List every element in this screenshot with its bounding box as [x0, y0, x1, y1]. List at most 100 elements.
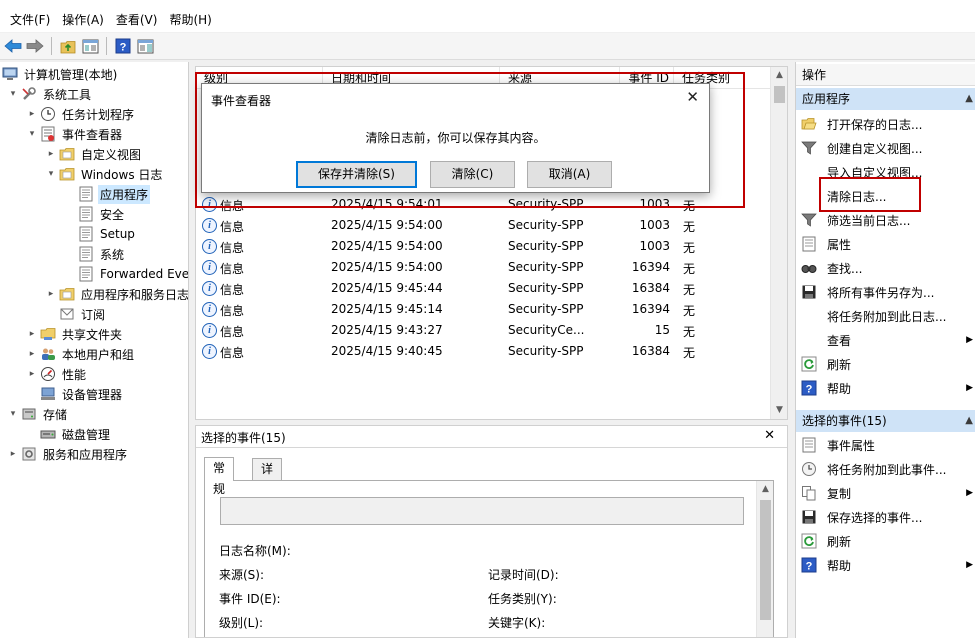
close-icon[interactable]: ✕ [764, 428, 775, 443]
help-icon[interactable]: ? [114, 37, 132, 55]
show-hide-tree-icon[interactable] [81, 37, 99, 55]
tab-details[interactable]: 详细信息 [252, 458, 283, 539]
keywords-label: 关键字(K): [488, 616, 546, 630]
event-description-box[interactable] [220, 497, 744, 525]
tree-item[interactable]: 设备管理器 [26, 384, 124, 404]
up-folder-icon[interactable] [59, 37, 77, 55]
tree-item-label: 设备管理器 [62, 387, 123, 402]
scrollbar-thumb[interactable] [760, 500, 771, 620]
menu-view[interactable]: 查看(V) [110, 8, 164, 32]
table-row[interactable]: i 信息 2025/4/15 9:54:00 Security-SPP 1003 无 [196, 237, 770, 258]
action-item[interactable]: 将任务附加到此事件... [796, 458, 975, 480]
action-item[interactable]: 创建自定义视图... [796, 137, 975, 159]
action-item[interactable]: 刷新 [796, 353, 975, 375]
action-item[interactable]: 将任务附加到此日志... [796, 305, 975, 327]
tree-item[interactable]: ▾ 系统工具 [7, 84, 93, 104]
svg-text:?: ? [806, 561, 813, 573]
tab-general[interactable]: 常规 [204, 457, 235, 496]
action-item[interactable]: 筛选当前日志... [796, 209, 975, 231]
forward-icon[interactable] [26, 37, 44, 55]
table-row[interactable]: i信息 2025/4/15 9:54:01 Security-SPP 1003 无 [196, 195, 770, 216]
detail-scrollbar[interactable]: ▲ [756, 481, 774, 637]
menu-action[interactable]: 操作(A) [56, 8, 110, 32]
action-item[interactable]: 导入自定义视图... [796, 161, 975, 183]
collapsed-chevron-icon[interactable]: ▸ [26, 108, 38, 120]
action-item[interactable]: 清除日志... [796, 185, 975, 207]
action-item[interactable]: 打开保存的日志... [796, 113, 975, 135]
clear-button[interactable]: 清除(C) [430, 161, 515, 188]
menu-file[interactable]: 文件(F) [4, 8, 56, 32]
find-icon [801, 260, 817, 276]
expanded-chevron-icon[interactable]: ▾ [7, 88, 19, 100]
action-item[interactable]: 将所有事件另存为... [796, 281, 975, 303]
event-id-label: 事件 ID(E): [219, 592, 281, 606]
show-hide-action-pane-icon[interactable] [136, 37, 154, 55]
table-row[interactable]: i 信息 2025/4/15 9:54:00 Security-SPP 1003 无 [196, 216, 770, 237]
scroll-up-arrow[interactable]: ▲ [771, 67, 787, 84]
actions-section-application[interactable]: 应用程序 ▲ [796, 88, 975, 110]
tree-item[interactable]: 系统 [64, 244, 126, 264]
tree-item[interactable]: 应用程序 [64, 184, 151, 204]
tree-item[interactable]: ▸ 自定义视图 [45, 144, 143, 164]
collapse-icon[interactable]: ▲ [965, 410, 973, 432]
no-chevron [64, 268, 76, 280]
tree-item[interactable]: 磁盘管理 [26, 424, 112, 444]
cancel-button[interactable]: 取消(A) [527, 161, 612, 188]
cell-datetime: 2025/4/15 9:54:00 [331, 239, 443, 253]
action-item[interactable]: 事件属性 [796, 434, 975, 456]
collapsed-chevron-icon[interactable]: ▸ [45, 288, 57, 300]
expanded-chevron-icon[interactable]: ▾ [26, 128, 38, 140]
save-and-clear-button[interactable]: 保存并清除(S) [296, 161, 417, 188]
table-row[interactable]: i 信息 2025/4/15 9:54:00 Security-SPP 16394 无 [196, 258, 770, 279]
action-item[interactable]: 保存选择的事件... [796, 506, 975, 528]
actions-section-selected-event[interactable]: 选择的事件(15) ▲ [796, 410, 975, 432]
table-row[interactable]: i 信息 2025/4/15 9:40:45 Security-SPP 16384 无 [196, 342, 770, 363]
cell-level: 信息 [220, 325, 245, 339]
tree-item[interactable]: ▾ Windows 日志 [45, 164, 164, 184]
close-icon[interactable]: ✕ [686, 88, 699, 106]
action-item[interactable]: 查找... [796, 257, 975, 279]
scroll-down-arrow[interactable]: ▼ [771, 402, 787, 419]
collapsed-chevron-icon[interactable]: ▸ [7, 448, 19, 460]
tree-item[interactable]: ▸ 应用程序和服务日志 [45, 284, 188, 304]
table-row[interactable]: i 信息 2025/4/15 9:43:27 SecurityCe... 15 无 [196, 321, 770, 342]
tree-item[interactable]: Setup [64, 224, 137, 244]
action-item[interactable]: ? 帮助 ▶ [796, 554, 975, 576]
cell-event-id: 1003 [639, 218, 670, 232]
collapse-icon[interactable]: ▲ [965, 88, 973, 110]
collapsed-chevron-icon[interactable]: ▸ [45, 148, 57, 160]
scrollbar-thumb[interactable] [774, 86, 785, 103]
tree-item[interactable]: 订阅 [45, 304, 107, 324]
event-list-scrollbar[interactable]: ▲ ▼ [770, 67, 787, 419]
tree-item[interactable]: 安全 [64, 204, 126, 224]
tree-item[interactable]: ▸ 性能 [26, 364, 88, 384]
scroll-up-arrow[interactable]: ▲ [757, 481, 774, 498]
collapsed-chevron-icon[interactable]: ▸ [26, 368, 38, 380]
collapsed-chevron-icon[interactable]: ▸ [26, 328, 38, 340]
expanded-chevron-icon[interactable]: ▾ [7, 408, 19, 420]
tree-item[interactable]: Forwarded Eve [64, 264, 188, 284]
back-icon[interactable] [4, 37, 22, 55]
table-row[interactable]: i 信息 2025/4/15 9:45:14 Security-SPP 16394 无 [196, 300, 770, 321]
cell-source: Security-SPP [508, 344, 584, 358]
clear-log-dialog: 事件查看器 ✕ 清除日志前，你可以保存其内容。 保存并清除(S) 清除(C) 取… [201, 83, 710, 193]
table-row[interactable]: i 信息 2025/4/15 9:45:44 Security-SPP 16384 无 [196, 279, 770, 300]
action-item[interactable]: 刷新 [796, 530, 975, 552]
collapsed-chevron-icon[interactable]: ▸ [26, 348, 38, 360]
tree-item[interactable]: ▸ 共享文件夹 [26, 324, 124, 344]
action-item[interactable]: ? 帮助 ▶ [796, 377, 975, 399]
action-item[interactable]: 复制 ▶ [796, 482, 975, 504]
tree-item[interactable]: ▾ 存储 [7, 404, 69, 424]
action-item[interactable]: 查看 ▶ [796, 329, 975, 351]
tree-item[interactable]: ▸ 任务计划程序 [26, 104, 136, 124]
tree-item[interactable]: ▸ 服务和应用程序 [7, 444, 129, 464]
tree-item[interactable]: ▸ 本地用户和组 [26, 344, 136, 364]
tree-item[interactable]: ▾ 事件查看器 [26, 124, 124, 144]
action-label: 查找... [827, 261, 863, 276]
info-icon: i [202, 281, 217, 296]
tree-item[interactable]: 计算机管理(本地) [2, 64, 119, 84]
expanded-chevron-icon[interactable]: ▾ [45, 168, 57, 180]
action-item[interactable]: 属性 [796, 233, 975, 255]
menu-help[interactable]: 帮助(H) [163, 8, 217, 32]
submenu-arrow-icon: ▶ [966, 335, 973, 345]
